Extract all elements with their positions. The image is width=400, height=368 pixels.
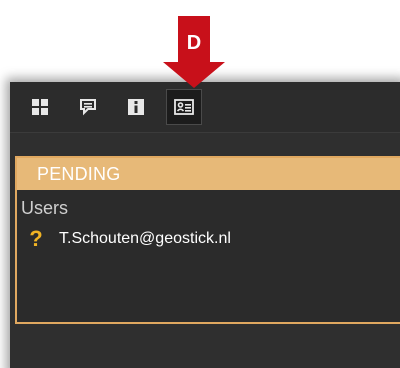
user-card-button[interactable] (166, 89, 202, 125)
comments-button[interactable] (70, 89, 106, 125)
pending-header: PENDING (17, 158, 400, 190)
callout-label: D (186, 32, 202, 54)
grid-view-button[interactable] (22, 89, 58, 125)
question-icon: ? (29, 226, 43, 251)
info-icon (128, 99, 144, 115)
pending-section: PENDING Users ? T.Schouten@geostick.nl (15, 156, 400, 324)
comment-icon (80, 99, 96, 116)
callout-arrow: D (159, 16, 229, 90)
user-email: T.Schouten@geostick.nl (59, 230, 231, 247)
dark-panel: PENDING Users ? T.Schouten@geostick.nl (10, 82, 400, 368)
grid-icon (32, 99, 48, 115)
info-button[interactable] (118, 89, 154, 125)
screenshot-stage: PENDING Users ? T.Schouten@geostick.nl D (0, 0, 400, 368)
user-list-item[interactable]: ? T.Schouten@geostick.nl (25, 226, 231, 252)
users-label: Users (21, 198, 69, 218)
user-card-icon (174, 99, 194, 115)
